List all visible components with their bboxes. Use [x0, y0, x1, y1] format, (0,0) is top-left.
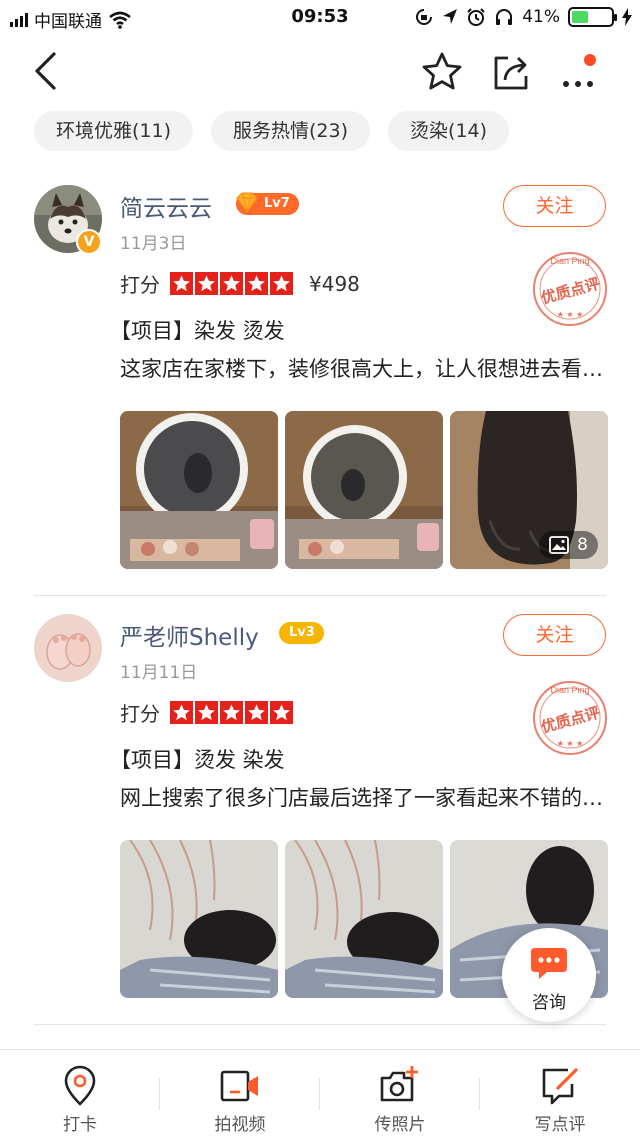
verified-badge: V — [76, 229, 102, 255]
photo-count-badge[interactable]: 8 — [539, 531, 598, 559]
location-arrow-icon — [443, 9, 458, 24]
checkin-button[interactable]: 打卡 — [0, 1050, 160, 1138]
diamond-icon — [236, 192, 258, 213]
write-review-label: 写点评 — [534, 1115, 586, 1135]
consult-label: 咨询 — [532, 993, 566, 1013]
tag-service[interactable]: 服务热情(23) — [211, 111, 371, 151]
photo-strip: 8 — [120, 411, 608, 569]
write-review-button[interactable]: 写点评 — [480, 1050, 640, 1138]
score-row: 打分 ¥498 — [120, 269, 360, 298]
username[interactable]: 简云云云 — [120, 189, 212, 223]
video-icon — [220, 1070, 258, 1102]
star-icon — [270, 272, 293, 295]
review-content[interactable]: 这家店在家楼下，装修很高大上，让人很想进去看看，服务也很好 — [120, 353, 610, 383]
checkin-label: 打卡 — [63, 1115, 97, 1135]
video-label: 拍视频 — [214, 1115, 266, 1135]
status-bar: 中国联通 09:53 41% — [0, 0, 640, 36]
tag-environment[interactable]: 环境优雅(11) — [34, 111, 194, 151]
svg-text:★ ★ ★: ★ ★ ★ — [557, 739, 584, 748]
level-badge: Lv3 — [279, 622, 324, 644]
stamp-text: 优质点评 — [539, 703, 602, 736]
camera-plus-icon — [380, 1066, 418, 1102]
divider — [34, 1024, 606, 1025]
headphones-icon — [496, 9, 513, 25]
upload-photo-button[interactable]: 传照片 — [320, 1050, 480, 1138]
quality-review-stamp: Dian Ping 优质点评 ★ ★ ★ — [530, 249, 610, 329]
review-date: 11月3日 — [120, 234, 187, 254]
stamp-top-text: Dian Ping — [550, 685, 589, 695]
location-pin-icon — [64, 1065, 96, 1106]
charging-icon — [622, 8, 632, 26]
score-label: 打分 — [120, 273, 160, 297]
avatar[interactable] — [34, 614, 102, 682]
star-icon — [170, 272, 193, 295]
video-button[interactable]: 拍视频 — [160, 1050, 320, 1138]
status-icons: 41% — [414, 7, 632, 27]
star-icon — [220, 701, 243, 724]
star-icon — [245, 272, 268, 295]
project-text: 【项目】染发 烫发 — [110, 319, 285, 343]
bottom-action-bar: 打卡 拍视频 传照片 写点评 — [0, 1049, 640, 1138]
quality-review-stamp: Dian Ping 优质点评 ★ ★ ★ — [530, 678, 610, 758]
image-icon — [549, 536, 570, 554]
upload-photo-label: 传照片 — [374, 1115, 426, 1135]
notification-dot — [584, 54, 596, 66]
score-row: 打分 — [120, 698, 293, 727]
alarm-icon — [467, 8, 485, 26]
review-photo[interactable] — [120, 411, 278, 569]
star-rating — [170, 701, 293, 724]
price: ¥498 — [309, 271, 360, 296]
star-icon — [220, 272, 243, 295]
chevron-left-icon — [35, 52, 56, 90]
consult-button[interactable]: 咨询 — [502, 928, 596, 1022]
nav-bar — [0, 36, 640, 108]
separator — [479, 1078, 480, 1110]
rotation-lock-icon — [416, 9, 433, 25]
share-button[interactable] — [490, 50, 534, 94]
username[interactable]: 严老师Shelly — [120, 618, 259, 652]
share-icon — [494, 56, 528, 90]
separator — [159, 1078, 160, 1110]
star-icon — [245, 701, 268, 724]
star-icon — [195, 701, 218, 724]
star-outline-icon — [422, 52, 462, 90]
level-text: Lv7 — [264, 196, 290, 211]
project-text: 【项目】烫发 染发 — [110, 748, 285, 772]
review-date: 11月11日 — [120, 663, 198, 683]
star-icon — [195, 272, 218, 295]
review-tags: 环境优雅(11) 服务热情(23) 烫染(14) — [34, 111, 510, 151]
battery-icon — [568, 7, 617, 27]
more-button[interactable] — [558, 50, 602, 94]
tag-perm-dye[interactable]: 烫染(14) — [388, 111, 510, 151]
battery-percent: 41% — [522, 7, 560, 27]
star-icon — [170, 701, 193, 724]
review-photo[interactable] — [120, 840, 278, 998]
stamp-top-text: Dian Ping — [550, 256, 589, 266]
review-photo[interactable] — [285, 411, 443, 569]
separator — [319, 1078, 320, 1110]
follow-button[interactable]: 关注 — [503, 614, 606, 656]
svg-text:★ ★ ★: ★ ★ ★ — [557, 310, 584, 319]
photo-count: 8 — [577, 535, 588, 555]
review-photo[interactable]: 8 — [450, 411, 608, 569]
divider — [34, 595, 606, 596]
review-content[interactable]: 网上搜索了很多门店最后选择了一家看起来不错的店，效果很满意 — [120, 782, 610, 812]
favorite-button[interactable] — [420, 50, 464, 94]
score-label: 打分 — [120, 702, 160, 726]
write-review-icon — [542, 1068, 578, 1105]
review-photo[interactable] — [285, 840, 443, 998]
chat-bubble-icon — [531, 948, 567, 979]
level-badge: Lv7 — [236, 192, 299, 215]
stamp-text: 优质点评 — [539, 274, 602, 307]
back-button[interactable] — [28, 50, 68, 94]
follow-button[interactable]: 关注 — [503, 185, 606, 227]
level-text: Lv3 — [289, 625, 315, 640]
star-rating — [170, 272, 293, 295]
star-icon — [270, 701, 293, 724]
